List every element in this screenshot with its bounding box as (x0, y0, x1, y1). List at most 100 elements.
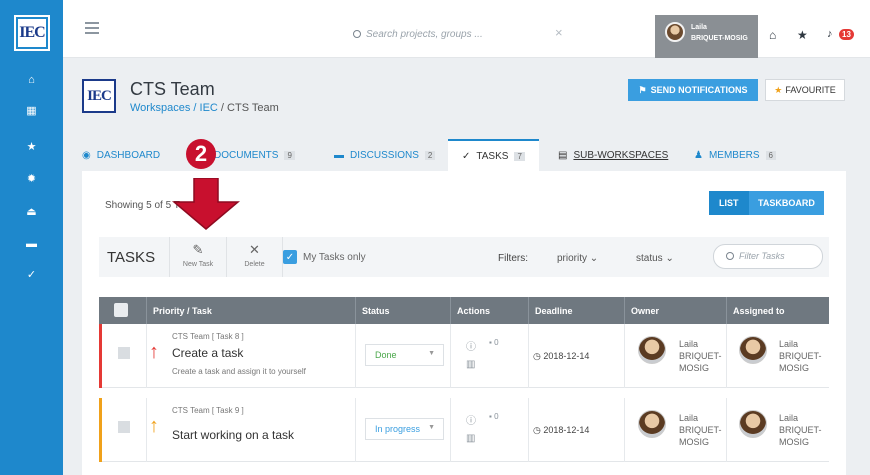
my-tasks-toggle[interactable]: ✓ My Tasks only (283, 250, 366, 264)
rail-logo[interactable]: IEC (14, 15, 50, 51)
calendar-icon[interactable]: ▦ (0, 104, 63, 117)
home-icon[interactable]: ⌂ (0, 74, 63, 86)
task-title[interactable]: Start working on a task (172, 428, 294, 442)
column-header[interactable]: Priority / Task (146, 297, 355, 324)
status-value: Done (375, 350, 397, 360)
avatar (665, 22, 685, 42)
tab-documents[interactable]: DOCUMENTS 9 (214, 139, 295, 171)
column-header[interactable]: Deadline (528, 297, 624, 324)
column-header: Actions (450, 297, 528, 324)
dashboard-icon: ◉ (82, 149, 91, 161)
flag-icon: ⚑ (638, 84, 647, 95)
tasks-heading: TASKS (107, 249, 156, 266)
tab-label: SUB-WORKSPACES (573, 149, 669, 161)
priority-filter[interactable]: priority ⌄ (557, 253, 598, 264)
delete-label: Delete (244, 261, 265, 268)
comment-icon: ▪ (489, 412, 492, 421)
status-select[interactable]: Done ▼ (365, 344, 444, 366)
filter-tasks-input[interactable]: Filter Tasks (713, 244, 823, 269)
tab-label: DASHBOARD (96, 149, 161, 161)
star-icon: ★ (774, 84, 783, 95)
breadcrumb-iec[interactable]: IEC (200, 102, 218, 114)
column-header[interactable]: Status (355, 297, 450, 324)
breadcrumb-current: CTS Team (227, 102, 279, 114)
comment-button[interactable]: ▪ 0 (489, 338, 499, 347)
comment-count: 0 (494, 338, 499, 347)
priority-bar (99, 398, 102, 462)
tab-label: TASKS (476, 150, 509, 162)
filter-placeholder: Filter Tasks (739, 251, 785, 261)
new-task-button[interactable]: ✎ New Task (169, 237, 226, 277)
filters-label: Filters: (498, 253, 528, 264)
home-icon[interactable]: ⌂ (769, 28, 776, 42)
tab-sub-workspaces[interactable]: ▤ SUB-WORKSPACES (558, 139, 668, 171)
search-placeholder: Search projects, groups ... (366, 29, 483, 40)
breadcrumb-sep: / (193, 102, 197, 114)
gear-icon[interactable]: ✹ (0, 172, 63, 185)
row-checkbox[interactable] (118, 347, 130, 359)
my-tasks-label: My Tasks only (303, 251, 366, 263)
column-header[interactable]: Owner (624, 297, 726, 324)
row-checkbox[interactable] (118, 421, 130, 433)
tree-icon[interactable]: ⏏ (0, 205, 63, 218)
pencil-icon: ✎ (192, 242, 204, 257)
favourite-button[interactable]: ★ FAVOURITE (765, 79, 845, 101)
left-rail: IEC ⌂ ▦ ★ ✹ ⏏ ▬ ✓ (0, 0, 63, 475)
tab-tasks[interactable]: ✓ TASKS 7 (448, 139, 539, 171)
chat-icon[interactable]: ▬ (0, 238, 63, 250)
tutorial-arrow-icon (172, 178, 240, 230)
tab-discussions[interactable]: ▬ DISCUSSIONS 2 (334, 139, 436, 171)
new-task-label: New Task (182, 261, 214, 268)
owner-name: Laila BRIQUET- MOSIG (679, 413, 722, 447)
avatar (638, 410, 666, 438)
favourite-label: FAVOURITE (785, 85, 836, 95)
table-row[interactable]: ↑ CTS Team [ Task 9 ] Start working on a… (99, 398, 829, 462)
check-icon[interactable]: ✓ (0, 268, 63, 281)
tasks-toolbar: TASKS ✎ New Task ✕ Delete ✓ My Tasks onl… (99, 237, 829, 277)
tab-label: DISCUSSIONS (350, 149, 419, 161)
info-icon[interactable]: ⓘ (466, 338, 476, 353)
tab-count: 2 (424, 150, 436, 160)
status-filter[interactable]: status ⌄ (636, 253, 674, 264)
info-icon[interactable]: ⓘ (466, 412, 476, 427)
select-all-checkbox[interactable] (114, 303, 128, 317)
trash-icon[interactable]: ▥ (466, 359, 475, 370)
tab-dashboard[interactable]: ◉ DASHBOARD (82, 139, 160, 171)
table-row[interactable]: ↑ CTS Team [ Task 8 ] Create a task Crea… (99, 324, 829, 388)
notification-badge[interactable]: 13 (839, 29, 854, 40)
tab-label: MEMBERS (708, 149, 760, 161)
column-header[interactable]: Assigned to (726, 297, 829, 324)
comment-button[interactable]: ▪ 0 (489, 412, 499, 421)
menu-icon[interactable] (85, 22, 99, 37)
tab-label: DOCUMENTS (214, 149, 279, 161)
star-icon[interactable]: ★ (0, 140, 63, 153)
status-select[interactable]: In progress ▼ (365, 418, 444, 440)
star-icon[interactable]: ★ (797, 28, 808, 42)
task-title[interactable]: Create a task (172, 346, 243, 360)
priority-high-arrow-icon: ↑ (149, 341, 159, 363)
send-notifications-label: SEND NOTIFICATIONS (650, 85, 748, 95)
user-menu[interactable]: Laila BRIQUET-MOSIG (655, 15, 758, 58)
breadcrumb: Workspaces / IEC / CTS Team (130, 102, 279, 114)
global-search[interactable]: Search projects, groups ... (353, 29, 483, 40)
assignee-name: Laila BRIQUET- MOSIG (779, 413, 822, 447)
owner-name: Laila BRIQUET- MOSIG (679, 339, 722, 373)
deadline-value: 2018-12-14 (543, 425, 590, 435)
avatar (638, 336, 666, 364)
delete-button[interactable]: ✕ Delete (226, 237, 283, 277)
tab-members[interactable]: ♟ MEMBERS 6 (694, 139, 776, 171)
list-view-button[interactable]: LIST (709, 191, 749, 215)
status-filter-label: status (636, 253, 663, 264)
checkbox-checked-icon[interactable]: ✓ (283, 250, 297, 264)
send-notifications-button[interactable]: ⚑ SEND NOTIFICATIONS (628, 79, 758, 101)
comment-count: 0 (494, 412, 499, 421)
bell-icon[interactable]: ♪ (827, 28, 833, 40)
breadcrumb-workspaces[interactable]: Workspaces (130, 102, 190, 114)
user-first-name: Laila (691, 24, 707, 31)
breadcrumb-sep: / (220, 102, 224, 114)
tab-count: 9 (284, 150, 295, 160)
trash-icon[interactable]: ▥ (466, 433, 475, 444)
showing-count: Showing 5 of 5 T (105, 200, 180, 211)
search-clear-icon[interactable]: × (555, 25, 563, 40)
taskboard-view-button[interactable]: TASKBOARD (749, 191, 824, 215)
